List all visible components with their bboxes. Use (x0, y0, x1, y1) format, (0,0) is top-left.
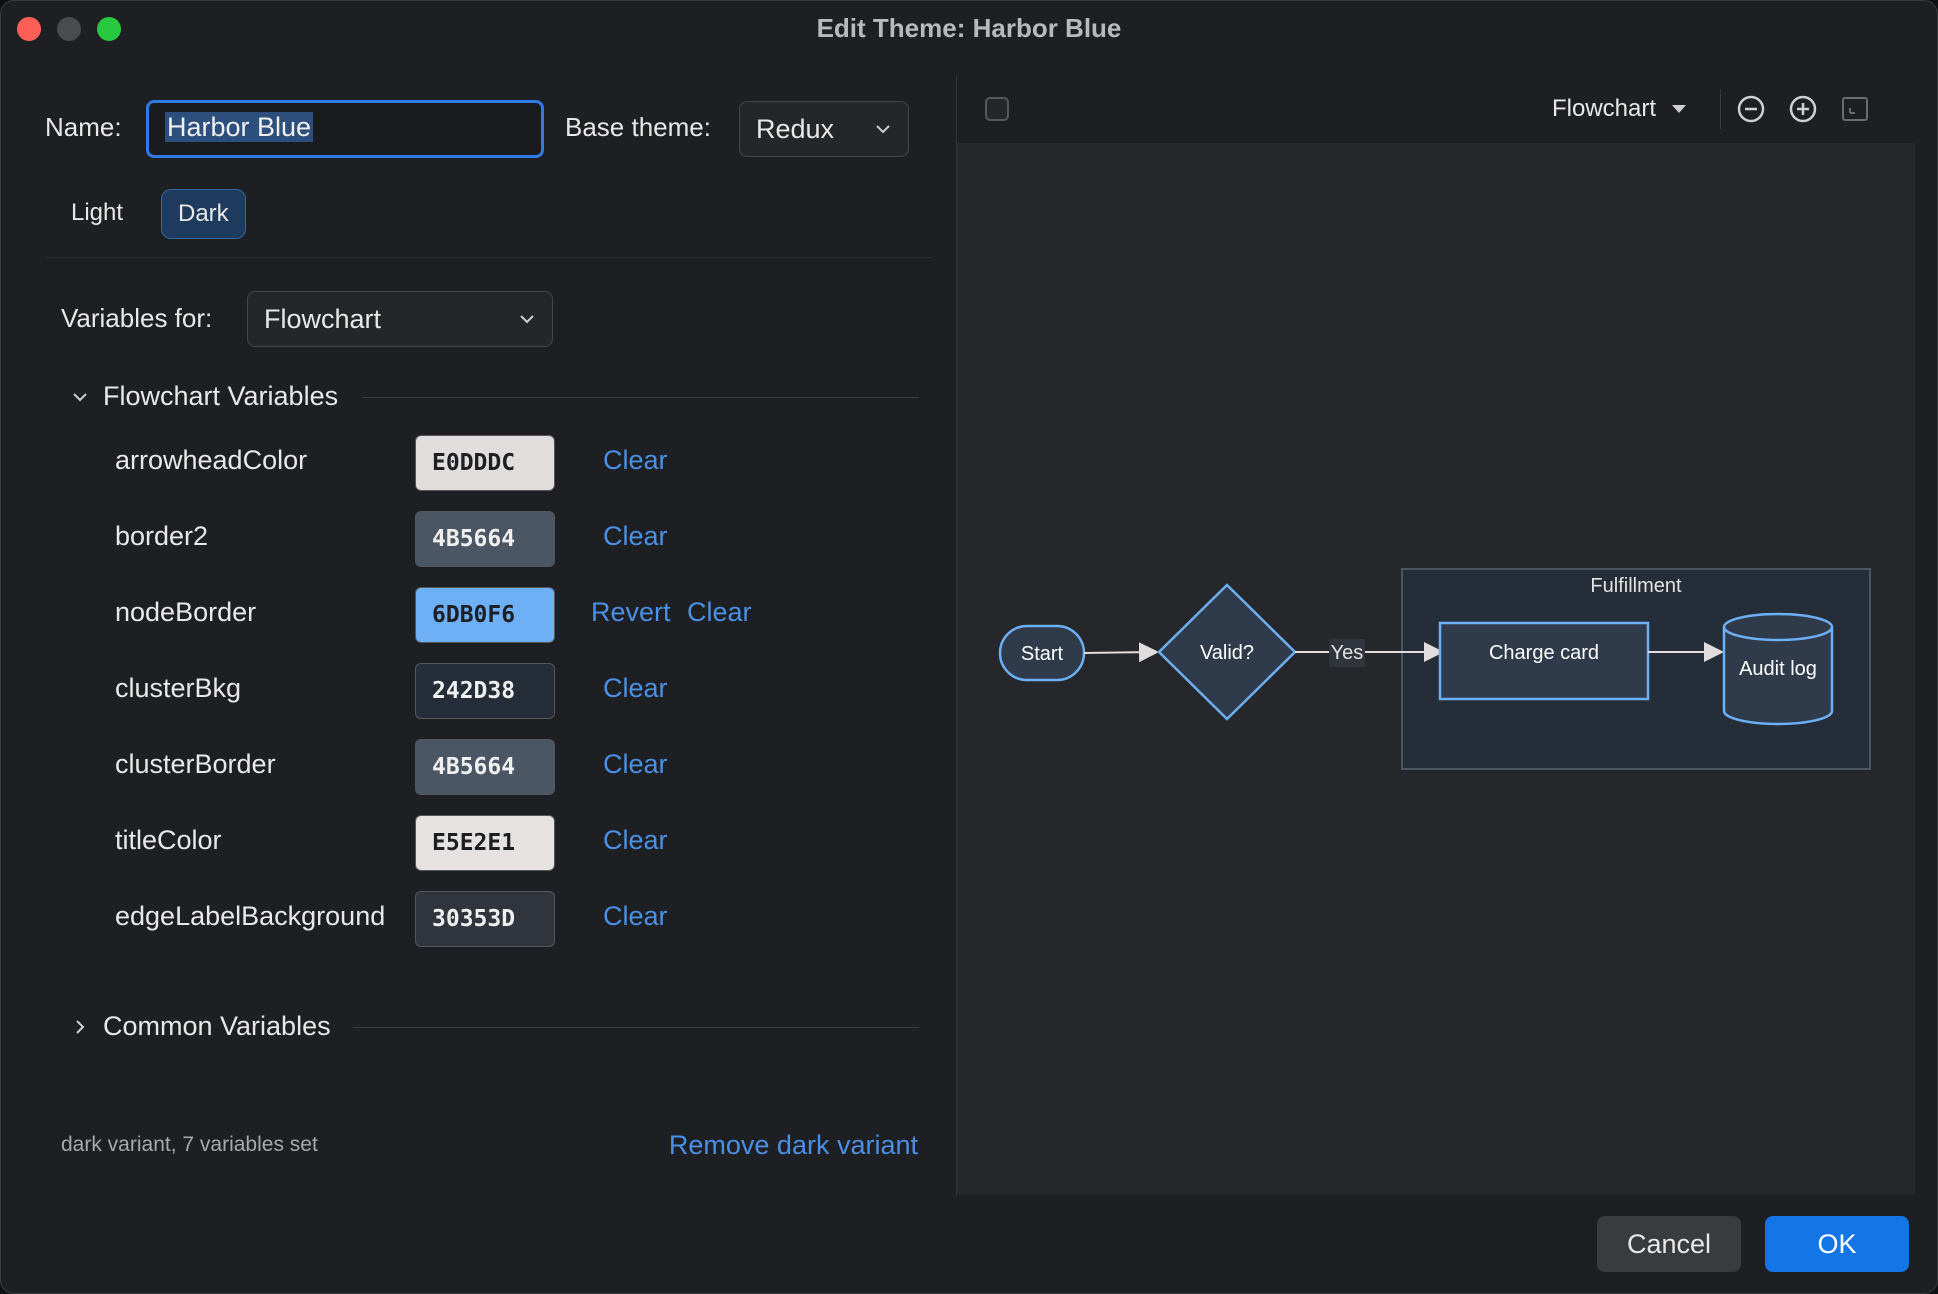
tab-dark[interactable]: Dark (161, 189, 246, 239)
clear-link[interactable]: Clear (603, 749, 668, 780)
toolbar-separator (1720, 89, 1721, 129)
diagram-type-value: Flowchart (1552, 95, 1657, 122)
zoom-in-icon[interactable] (1787, 93, 1819, 125)
color-value-field[interactable]: 242D38 (415, 663, 555, 719)
preview-checkbox[interactable] (985, 97, 1009, 121)
chevron-right-icon (76, 1019, 85, 1034)
name-input-value: Harbor Blue (165, 112, 314, 142)
clear-link[interactable]: Clear (603, 521, 668, 552)
color-value-field[interactable]: E0DDDC (415, 435, 555, 491)
name-input[interactable]: Harbor Blue (146, 100, 544, 158)
cluster-title: Fulfillment (1590, 575, 1682, 597)
section-divider (353, 1027, 919, 1028)
color-value-field[interactable]: 4B5664 (415, 739, 555, 795)
clear-link[interactable]: Clear (603, 901, 668, 932)
name-label: Name: (45, 112, 122, 142)
node-audit-log-top (1722, 612, 1834, 642)
cancel-button[interactable]: Cancel (1597, 1216, 1741, 1272)
section-title: Common Variables (103, 1011, 331, 1041)
revert-link[interactable]: Revert (591, 597, 671, 628)
variable-row: nodeBorder 6DB0F6 Revert Clear (1, 587, 956, 645)
diagram-type-select[interactable]: Flowchart (1552, 95, 1688, 123)
variable-name: border2 (115, 521, 209, 551)
node-audit-log-label: Audit log (1739, 658, 1817, 680)
variable-row: clusterBorder 4B5664 Clear (1, 739, 956, 797)
variable-row: border2 4B5664 Clear (1, 511, 956, 569)
variable-row: clusterBkg 242D38 Clear (1, 663, 956, 721)
common-variables-header[interactable]: Common Variables (71, 1011, 331, 1042)
ok-button[interactable]: OK (1765, 1216, 1909, 1272)
chevron-down-icon (520, 315, 534, 324)
variables-for-value: Flowchart (264, 303, 382, 334)
color-value-field[interactable]: 4B5664 (415, 511, 555, 567)
variable-name: titleColor (115, 825, 222, 855)
variables-for-label: Variables for: (61, 303, 213, 333)
section-divider (363, 397, 919, 398)
divider (46, 257, 931, 258)
status-text: dark variant, 7 variables set (61, 1133, 318, 1156)
clear-link[interactable]: Clear (603, 445, 668, 476)
chevron-down-icon (876, 125, 890, 134)
fit-to-view-icon[interactable] (1839, 93, 1871, 125)
color-value-field[interactable]: E5E2E1 (415, 815, 555, 871)
variable-name: clusterBkg (115, 673, 242, 703)
variable-name: arrowheadColor (115, 445, 308, 475)
variables-for-select[interactable]: Flowchart (247, 291, 553, 347)
flowchart-variables-header[interactable]: Flowchart Variables (71, 381, 338, 412)
zoom-out-icon[interactable] (1735, 93, 1767, 125)
clear-link[interactable]: Clear (687, 597, 752, 628)
variable-name: clusterBorder (115, 749, 276, 779)
base-theme-value: Redux (756, 113, 835, 144)
diagram-canvas: Fulfillment Start Valid? Yes Charge card (957, 143, 1915, 1195)
section-title: Flowchart Variables (103, 381, 339, 411)
node-start-label: Start (1021, 643, 1064, 665)
edge-start-valid (1083, 642, 1159, 663)
theme-settings-panel: Name: Harbor Blue Base theme: Redux Ligh… (1, 55, 956, 1195)
chevron-down-icon (73, 392, 87, 401)
node-decision-label: Valid? (1200, 642, 1254, 664)
edit-theme-dialog: Edit Theme: Harbor Blue Name: Harbor Blu… (0, 0, 1938, 1294)
base-theme-select[interactable]: Redux (739, 101, 909, 157)
variable-name: edgeLabelBackground (115, 901, 386, 931)
variable-name: nodeBorder (115, 597, 257, 627)
clear-link[interactable]: Clear (603, 673, 668, 704)
variable-row: edgeLabelBackground 30353D Clear (1, 891, 956, 949)
preview-panel: Flowchart Fulfillment Start Valid? Yes C… (957, 75, 1915, 1195)
color-value-field[interactable]: 6DB0F6 (415, 587, 555, 643)
clear-link[interactable]: Clear (603, 825, 668, 856)
title-bar: Edit Theme: Harbor Blue (1, 1, 1937, 55)
caret-down-icon (1672, 105, 1687, 113)
edge-label: Yes (1331, 642, 1364, 664)
color-value-field[interactable]: 30353D (415, 891, 555, 947)
window-title: Edit Theme: Harbor Blue (816, 13, 1122, 43)
flowchart-diagram: Fulfillment Start Valid? Yes Charge card (998, 568, 1871, 770)
tab-light[interactable]: Light (55, 189, 139, 237)
variable-row: titleColor E5E2E1 Clear (1, 815, 956, 873)
base-theme-label: Base theme: (565, 112, 711, 142)
variable-row: arrowheadColor E0DDDC Clear (1, 435, 956, 493)
node-charge-card-label: Charge card (1489, 642, 1599, 664)
remove-dark-variant-link[interactable]: Remove dark variant (669, 1130, 918, 1161)
